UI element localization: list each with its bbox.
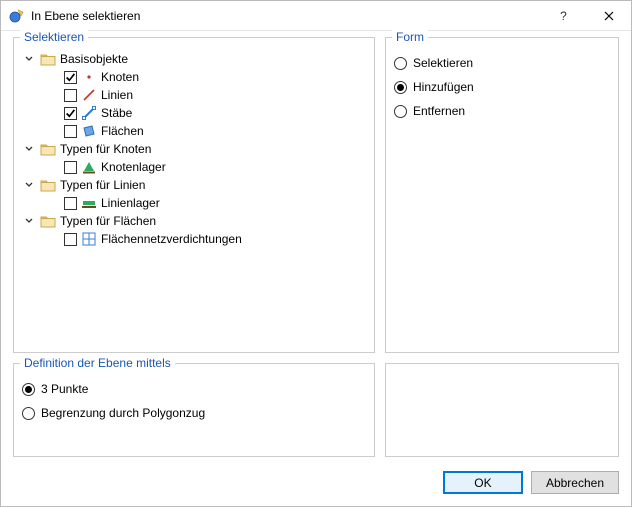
form-group: Form SelektierenHinzufügenEntfernen bbox=[385, 37, 619, 353]
select-group: Selektieren BasisobjekteKnotenLinienStäb… bbox=[13, 37, 375, 353]
tree-item[interactable]: Linienlager bbox=[22, 194, 366, 212]
member-icon bbox=[81, 106, 97, 120]
form-legend: Form bbox=[392, 30, 428, 44]
app-icon bbox=[9, 8, 25, 24]
linesupport-icon bbox=[81, 196, 97, 210]
radio[interactable] bbox=[22, 407, 35, 420]
chevron-down-icon[interactable] bbox=[22, 142, 36, 156]
radio-label: Begrenzung durch Polygonzug bbox=[41, 406, 205, 420]
tree-item-label: Flächen bbox=[101, 124, 144, 138]
tree-item-label: Knoten bbox=[101, 70, 139, 84]
tree-item-label: Linien bbox=[101, 88, 133, 102]
checkbox[interactable] bbox=[64, 71, 77, 84]
radio[interactable] bbox=[394, 81, 407, 94]
select-legend: Selektieren bbox=[20, 30, 88, 44]
definition-option[interactable]: Begrenzung durch Polygonzug bbox=[22, 404, 366, 422]
tree-group-label: Typen für Knoten bbox=[60, 142, 151, 156]
ok-button[interactable]: OK bbox=[443, 471, 523, 494]
tree-group-label: Basisobjekte bbox=[60, 52, 128, 66]
tree-group-label: Typen für Linien bbox=[60, 178, 145, 192]
chevron-down-icon[interactable] bbox=[22, 52, 36, 66]
line-icon bbox=[81, 88, 97, 102]
tree-item[interactable]: Linien bbox=[22, 86, 366, 104]
checkbox[interactable] bbox=[64, 233, 77, 246]
select-tree: Basisobjekte Knoten Linien Stäbe Flächen Type… bbox=[22, 50, 366, 248]
tree-item[interactable]: Knoten bbox=[22, 68, 366, 86]
form-option[interactable]: Selektieren bbox=[394, 54, 610, 72]
tree-group-label: Typen für Flächen bbox=[60, 214, 156, 228]
chevron-down-icon[interactable] bbox=[22, 214, 36, 228]
window-title: In Ebene selektieren bbox=[31, 9, 541, 23]
cancel-button[interactable]: Abbrechen bbox=[531, 471, 619, 494]
radio[interactable] bbox=[394, 105, 407, 118]
folder-icon bbox=[40, 178, 56, 192]
radio-label: Selektieren bbox=[413, 56, 473, 70]
radio[interactable] bbox=[22, 383, 35, 396]
tree-group[interactable]: Typen für Linien bbox=[22, 176, 366, 194]
folder-icon bbox=[40, 52, 56, 66]
checkbox[interactable] bbox=[64, 107, 77, 120]
tree-item-label: Flächennetzverdichtungen bbox=[101, 232, 242, 246]
folder-icon bbox=[40, 214, 56, 228]
tree-group[interactable]: Basisobjekte bbox=[22, 50, 366, 68]
checkbox[interactable] bbox=[64, 125, 77, 138]
tree-item[interactable]: Stäbe bbox=[22, 104, 366, 122]
tree-item[interactable]: Flächen bbox=[22, 122, 366, 140]
tree-item-label: Linienlager bbox=[101, 196, 160, 210]
chevron-down-icon[interactable] bbox=[22, 178, 36, 192]
empty-group bbox=[385, 363, 619, 457]
tree-group[interactable]: Typen für Knoten bbox=[22, 140, 366, 158]
tree-group[interactable]: Typen für Flächen bbox=[22, 212, 366, 230]
tree-item-label: Stäbe bbox=[101, 106, 132, 120]
radio-label: 3 Punkte bbox=[41, 382, 88, 396]
checkbox[interactable] bbox=[64, 161, 77, 174]
surface-icon bbox=[81, 124, 97, 138]
form-option[interactable]: Hinzufügen bbox=[394, 78, 610, 96]
checkbox[interactable] bbox=[64, 89, 77, 102]
node-icon bbox=[81, 70, 97, 84]
close-button[interactable] bbox=[586, 1, 631, 31]
tree-item-label: Knotenlager bbox=[101, 160, 166, 174]
radio[interactable] bbox=[394, 57, 407, 70]
definition-option[interactable]: 3 Punkte bbox=[22, 380, 366, 398]
radio-label: Hinzufügen bbox=[413, 80, 474, 94]
definition-legend: Definition der Ebene mittels bbox=[20, 356, 175, 370]
definition-group: Definition der Ebene mittels 3 PunkteBeg… bbox=[13, 363, 375, 457]
title-bar: In Ebene selektieren ? bbox=[1, 1, 631, 31]
checkbox[interactable] bbox=[64, 197, 77, 210]
radio-label: Entfernen bbox=[413, 104, 465, 118]
help-button[interactable]: ? bbox=[541, 1, 586, 31]
form-option[interactable]: Entfernen bbox=[394, 102, 610, 120]
tree-item[interactable]: Flächennetzverdichtungen bbox=[22, 230, 366, 248]
tree-item[interactable]: Knotenlager bbox=[22, 158, 366, 176]
folder-icon bbox=[40, 142, 56, 156]
support-icon bbox=[81, 160, 97, 174]
meshref-icon bbox=[81, 232, 97, 246]
